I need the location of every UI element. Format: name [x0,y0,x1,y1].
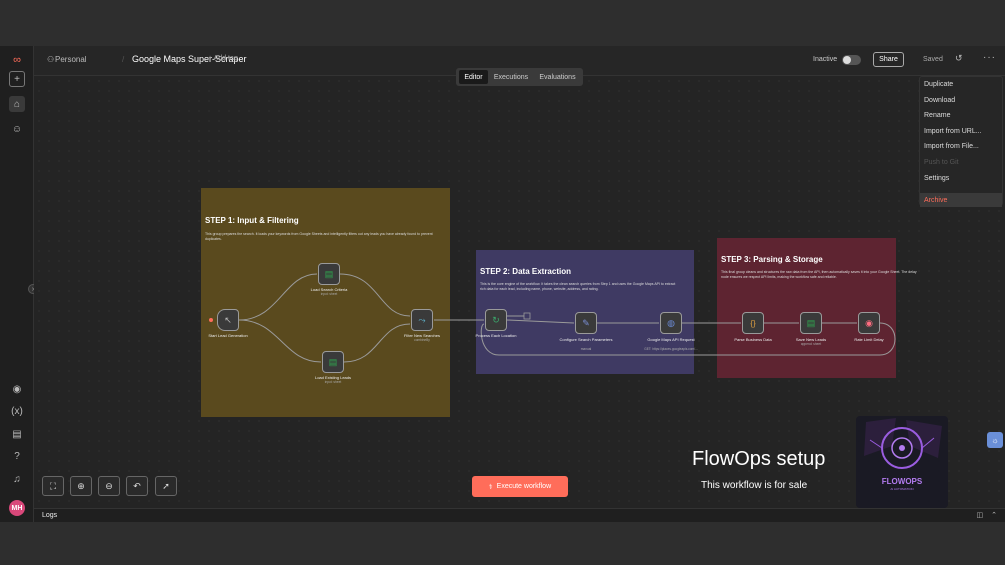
logo-text: FLOWOPS [881,477,923,486]
pop-out-icon[interactable]: ◫ [977,512,984,519]
node-filter-new-searches[interactable]: ⤳ [411,309,433,331]
workflow-options-menu: Duplicate Download Rename Import from UR… [919,76,1003,207]
connection [506,319,575,324]
node-label: Configure Search Parameters [559,337,613,342]
add-tag-link[interactable]: + Add tag [208,55,238,62]
connection [238,273,318,321]
breadcrumb-separator: / [122,55,125,64]
pencil-icon: ✎ [582,317,590,328]
active-toggle[interactable] [842,55,861,65]
templates-icon[interactable]: ◉ [9,381,25,397]
code-braces-icon: {} [750,318,756,328]
node-configure-search-parameters[interactable]: ✎ [575,312,597,334]
promo-title: FlowOps setup [692,448,826,470]
avatar[interactable]: MH [9,500,25,516]
history-icon[interactable]: ↺ [955,53,963,64]
zoom-in-icon[interactable]: ⊕ [70,476,92,496]
google-sheets-icon: ▤ [328,356,338,367]
node-subtitle: combineBy [414,338,430,342]
google-sheets-icon: ▤ [324,268,334,279]
tab-editor[interactable]: Editor [459,70,488,84]
tab-evaluations[interactable]: Evaluations [535,70,580,84]
node-subtitle: append: sheet [800,342,822,346]
home-icon[interactable]: ⌂ [9,96,25,112]
loop-icon: ↻ [492,314,500,325]
more-options-button[interactable]: ··· [983,52,996,63]
help-icon[interactable]: ? [9,448,25,464]
logo-subtext: AI AUTOMATION [890,487,914,491]
menu-item-rename[interactable]: Rename [924,112,950,119]
menu-item-import-file[interactable]: Import from File... [924,143,979,150]
node-load-existing-leads[interactable]: ▤ [322,351,344,373]
node-label: Process Each Location [475,333,517,338]
execute-workflow-label: Execute workflow [496,483,552,490]
share-button[interactable]: Share [873,52,904,67]
globe-icon: ◍ [667,317,675,328]
tab-executions[interactable]: Executions [490,70,532,84]
project-icon: ⚇ [47,55,55,64]
robot-head-icon [864,418,942,469]
menu-item-archive[interactable]: Archive [920,193,1002,207]
logs-panel[interactable]: Logs ◫ ⌃ [34,508,1005,522]
google-sheets-icon: ▤ [806,317,816,328]
logs-label: Logs [42,512,58,519]
user-icon[interactable]: ☺ [9,121,25,137]
execute-workflow-button[interactable]: ⚕ Execute workflow [472,476,568,497]
n8n-logo-icon[interactable]: ∞ [8,54,26,66]
pause-icon: ◉ [865,317,873,328]
connection [238,319,322,363]
menu-item-duplicate[interactable]: Duplicate [924,81,953,88]
menu-item-import-url[interactable]: Import from URL... [924,128,982,135]
node-parse-business-data[interactable]: {} [742,312,764,334]
assistant-icon[interactable]: ☼ [987,432,1003,448]
menu-item-download[interactable]: Download [924,97,955,104]
add-node-handle [523,312,531,320]
node-label: Google Maps API Request [647,337,695,342]
trigger-dot [209,318,213,322]
screen-bottom-band [0,522,1005,565]
flask-icon: ⚕ [488,483,493,491]
saved-status: Saved [923,56,943,63]
select-cursor-icon[interactable]: ➚ [155,476,177,496]
workflow-canvas[interactable]: STEP 1: Input & Filtering This group pre… [34,76,1005,508]
view-tabs: Editor Executions Evaluations [456,68,583,86]
screen-top-band [0,0,1005,46]
node-label: Start Lead Generation [208,333,248,338]
active-status-label: Inactive [813,56,838,63]
node-load-search-criteria[interactable]: ▤ [318,263,340,285]
node-start-lead-generation[interactable]: ↖ [217,309,239,331]
logs-controls: ◫ ⌃ [977,511,997,519]
node-subtitle: input: sheet [320,292,338,296]
cursor-icon: ↖ [224,314,232,325]
flowops-logo: FLOWOPS AI AUTOMATION [856,416,948,508]
app-window: ∞ + ⌂ ☺ ◉ (x) ▤ ? ♫ MH › ⚇ Personal / Go… [0,46,1005,522]
insights-icon[interactable]: ▤ [9,426,25,442]
node-rate-limit-delay[interactable]: ◉ [858,312,880,334]
node-subtitle: GET: https://places.googleapis.com/... [644,347,698,351]
merge-icon: ⤳ [418,314,426,325]
add-plus-icon[interactable]: + [9,71,25,87]
node-subtitle: manual [580,347,592,351]
connection [343,323,411,363]
fit-view-icon[interactable]: ⛶ [42,476,64,496]
toggle-knob [843,56,851,64]
breadcrumb-project[interactable]: Personal [55,55,87,64]
promo-subtitle: This workflow is for sale [701,480,808,491]
menu-item-settings[interactable]: Settings [924,175,949,182]
node-subtitle: input: sheet [324,380,342,384]
chevron-up-icon[interactable]: ⌃ [991,512,997,519]
node-google-maps-api-request[interactable]: ◍ [660,312,682,334]
node-process-each-location[interactable]: ↻ [485,309,507,331]
menu-item-push-git: Push to Git [924,159,959,166]
node-save-new-leads[interactable]: ▤ [800,312,822,334]
left-sidebar: ∞ + ⌂ ☺ ◉ (x) ▤ ? ♫ MH › [0,46,38,522]
node-label: Rate Limit Delay [854,337,884,342]
notifications-bell-icon[interactable]: ♫ [9,471,25,487]
variables-icon[interactable]: (x) [9,403,25,419]
zoom-out-icon[interactable]: ⊖ [98,476,120,496]
undo-icon[interactable]: ↶ [126,476,148,496]
